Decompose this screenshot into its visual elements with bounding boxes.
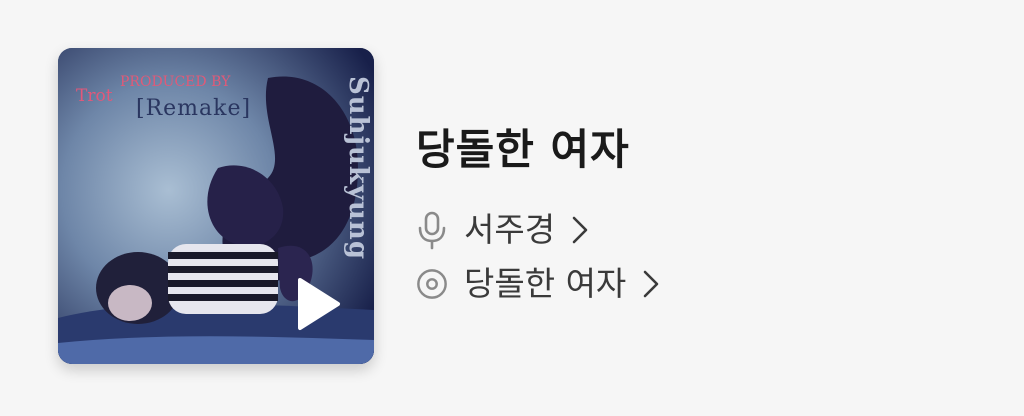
cover-text-trot: Trot bbox=[76, 86, 113, 106]
cover-text-artist-vertical: Suhjukyung bbox=[343, 76, 373, 261]
album-name: 당돌한 여자 bbox=[464, 264, 627, 303]
cover-text-remake: [Remake] bbox=[136, 96, 252, 121]
album-link[interactable]: 당돌한 여자 bbox=[416, 262, 660, 306]
song-card: PRODUCED BY Trot [Remake] Suhjukyung 당돌한… bbox=[0, 0, 1024, 416]
play-icon bbox=[298, 278, 340, 330]
song-title: 당돌한 여자 bbox=[416, 125, 630, 174]
artist-link[interactable]: 서주경 bbox=[416, 208, 589, 252]
disc-icon bbox=[416, 264, 448, 304]
artist-name: 서주경 bbox=[464, 210, 556, 249]
chevron-right-icon bbox=[642, 269, 660, 299]
chevron-right-icon bbox=[571, 215, 589, 245]
play-button[interactable] bbox=[294, 276, 342, 332]
cover-text-produced: PRODUCED BY bbox=[120, 74, 231, 90]
microphone-icon bbox=[416, 210, 448, 250]
